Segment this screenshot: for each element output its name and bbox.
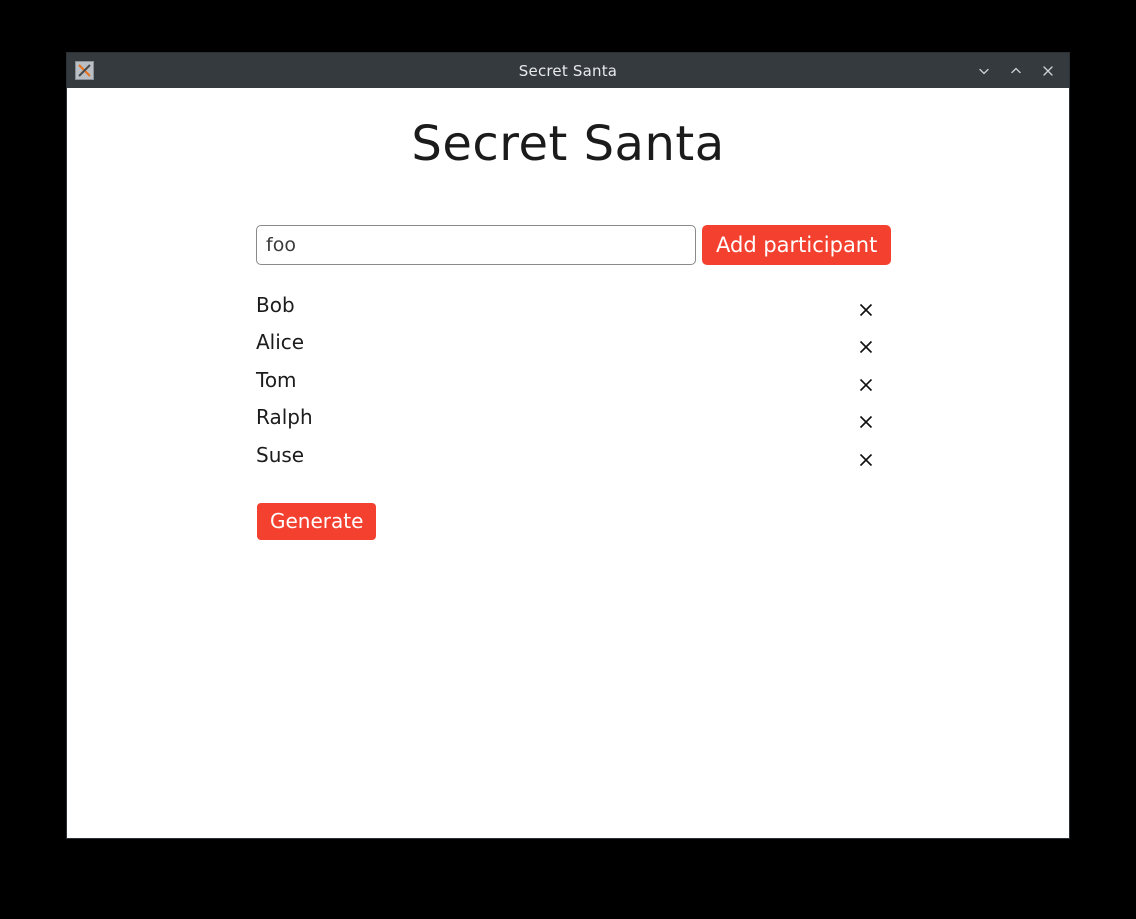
remove-participant-button[interactable] bbox=[855, 411, 877, 433]
x-logo-icon bbox=[75, 61, 94, 80]
participant-row: Bob bbox=[256, 286, 881, 324]
participant-row: Ralph bbox=[256, 399, 881, 437]
remove-participant-button[interactable] bbox=[855, 336, 877, 358]
participant-row: Suse bbox=[256, 436, 881, 474]
remove-participant-button[interactable] bbox=[855, 374, 877, 396]
window-controls bbox=[973, 60, 1059, 82]
page-title: Secret Santa bbox=[411, 116, 725, 172]
close-icon bbox=[859, 341, 873, 354]
remove-participant-button[interactable] bbox=[855, 449, 877, 471]
maximize-button[interactable] bbox=[1005, 60, 1027, 82]
participant-row: Tom bbox=[256, 361, 881, 399]
generate-button[interactable]: Generate bbox=[257, 503, 377, 540]
close-icon bbox=[859, 453, 873, 466]
close-button[interactable] bbox=[1037, 60, 1059, 82]
window-content: Secret Santa Add participant Bob Alice Tom… bbox=[67, 88, 1069, 838]
participant-name: Bob bbox=[256, 292, 295, 317]
participant-name: Ralph bbox=[256, 405, 313, 430]
close-icon bbox=[859, 416, 873, 429]
app-window: Secret Santa Secret Santa foo Add partic… bbox=[66, 52, 1070, 839]
participant-name: Suse bbox=[256, 442, 305, 467]
window-titlebar[interactable]: Secret Santa bbox=[67, 53, 1069, 88]
remove-participant-button[interactable] bbox=[855, 299, 877, 321]
participant-name: Alice bbox=[256, 330, 305, 355]
add-participant-button[interactable]: Add participant bbox=[702, 225, 892, 265]
participant-row: Alice bbox=[256, 324, 881, 362]
window-title: Secret Santa bbox=[518, 61, 618, 80]
minimize-button[interactable] bbox=[973, 60, 995, 82]
close-icon bbox=[859, 303, 873, 316]
add-participant-row: Add participant bbox=[256, 225, 892, 265]
close-icon bbox=[859, 378, 873, 391]
desktop-background: Secret Santa Secret Santa foo Add partic… bbox=[0, 0, 1136, 919]
participants-list: Bob Alice Tom Ralph Suse bbox=[256, 286, 881, 474]
participant-name-input[interactable] bbox=[256, 225, 696, 265]
participant-name: Tom bbox=[256, 367, 297, 392]
